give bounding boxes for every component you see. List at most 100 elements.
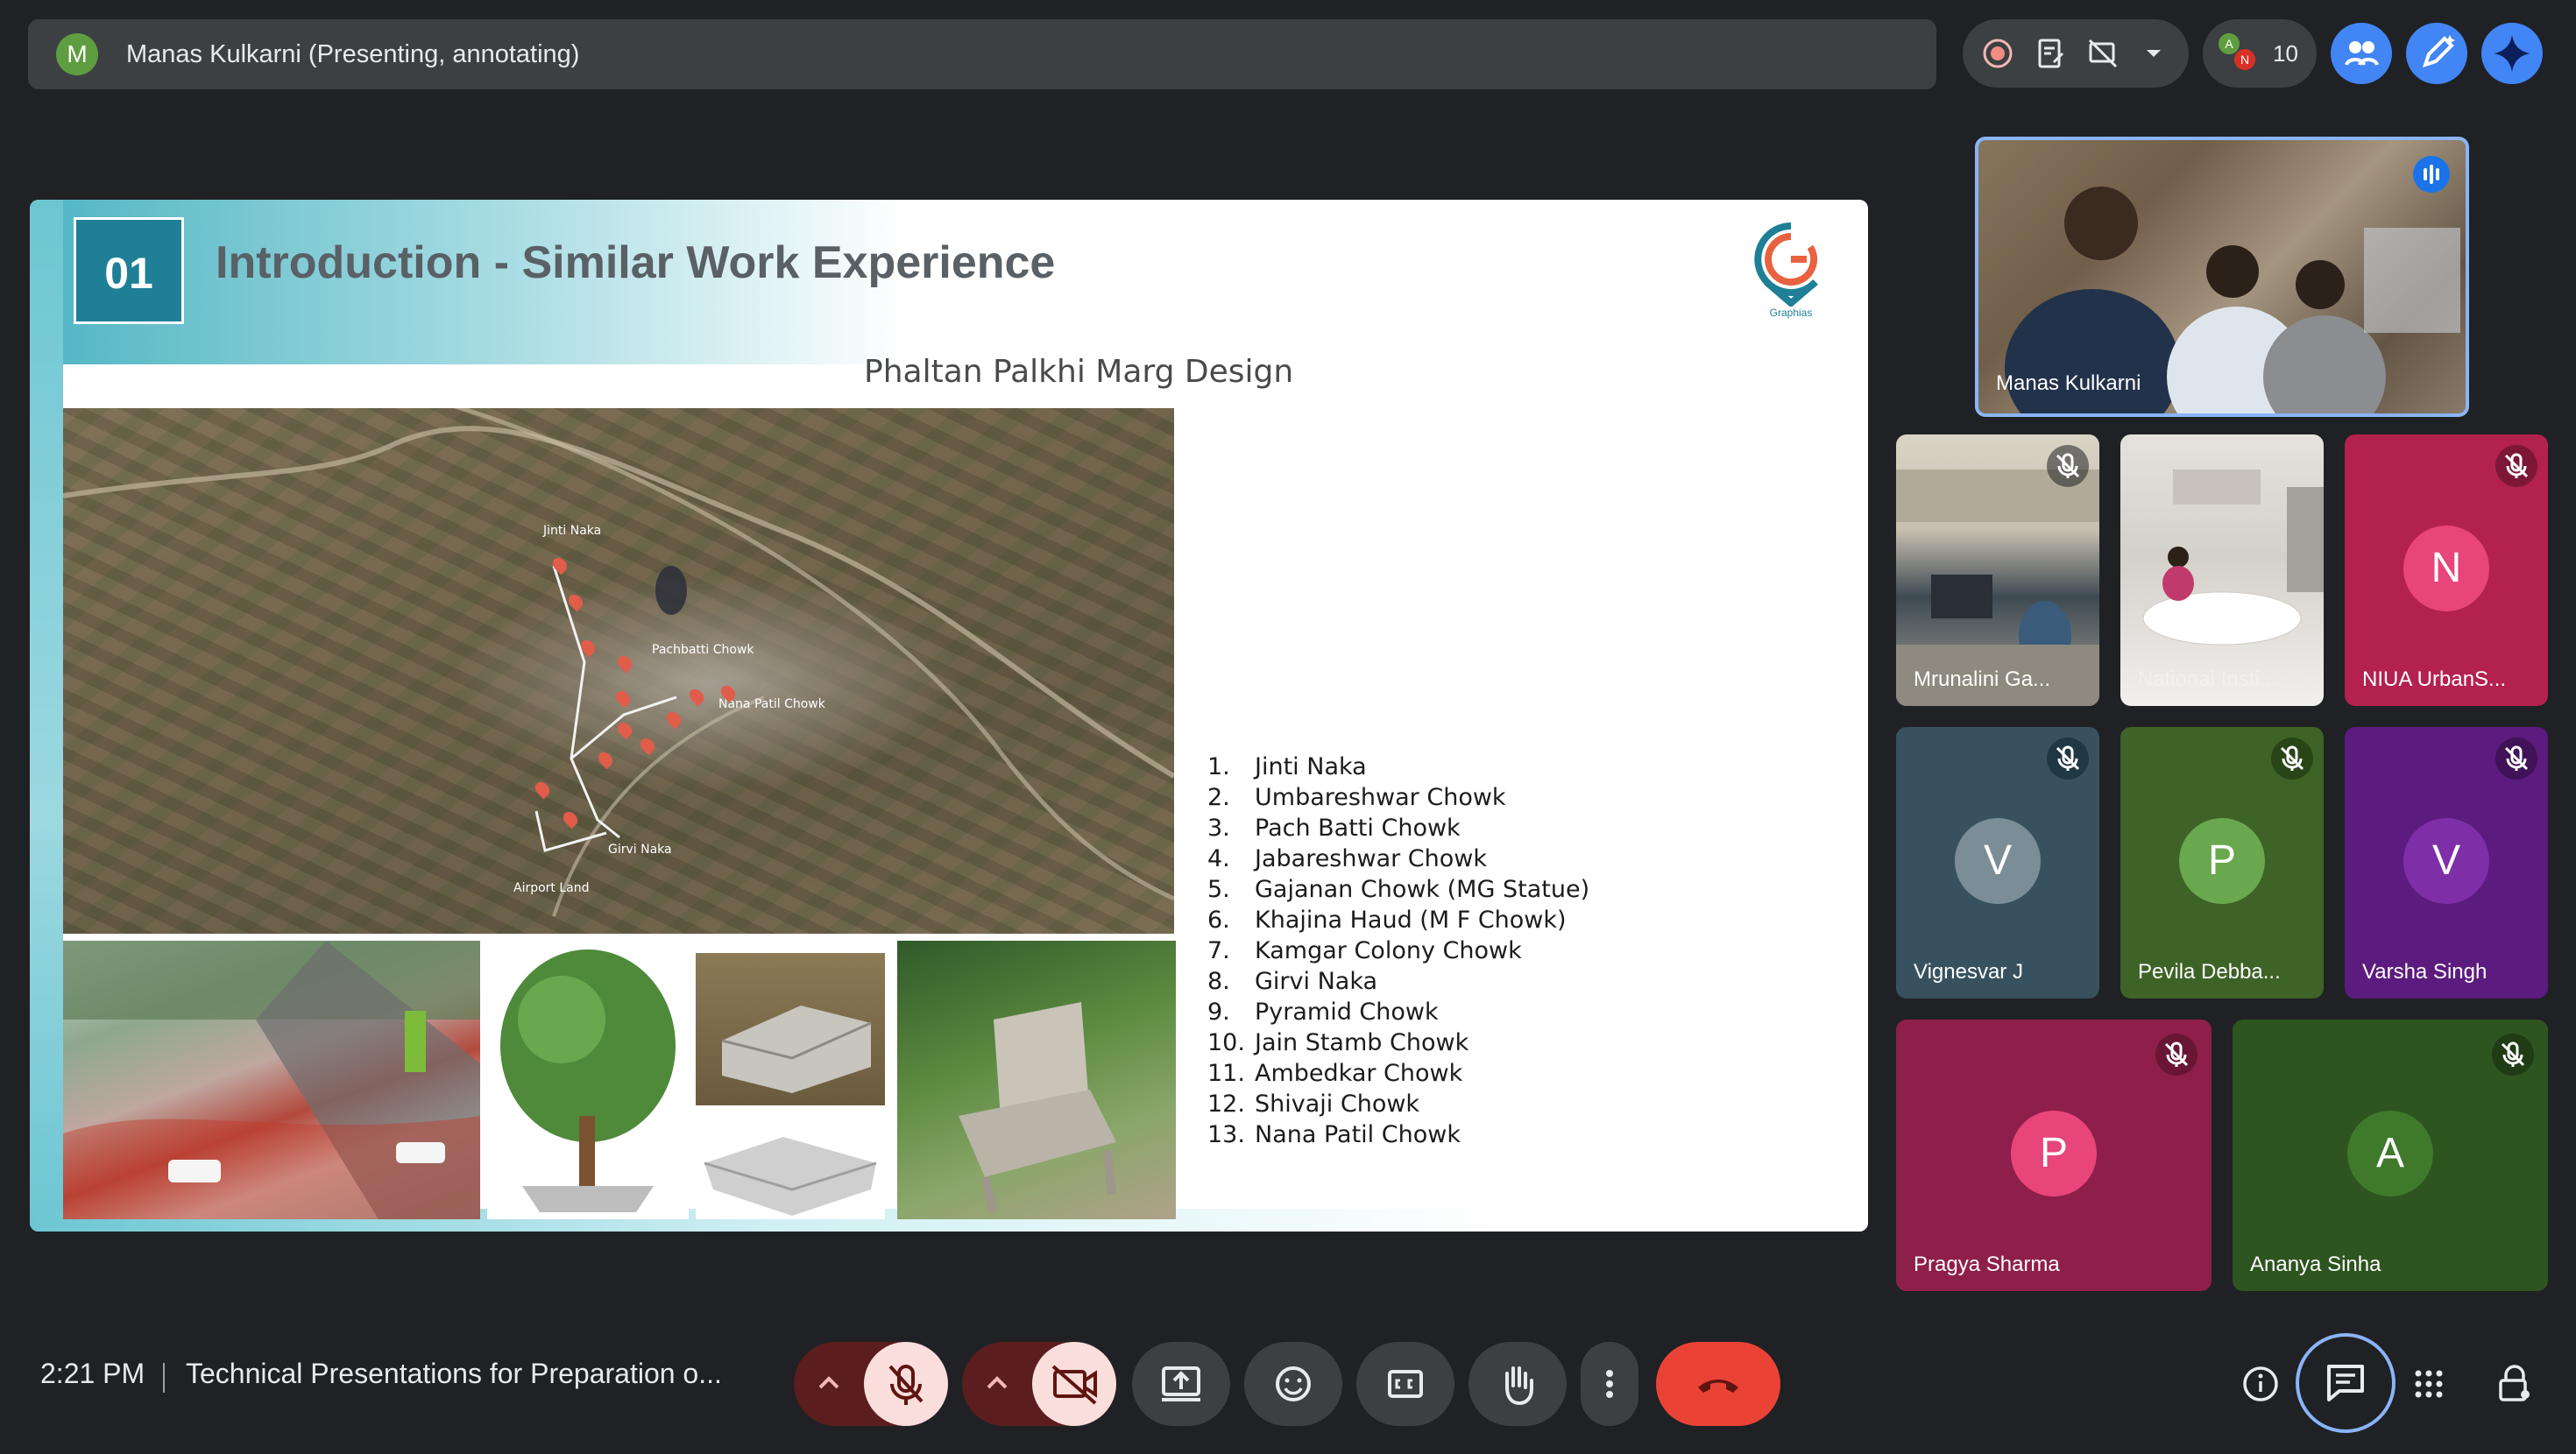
satellite-map: Jinti Naka Pachbatti Chowk Nana Patil Ch… (63, 408, 1174, 934)
presenter-tile[interactable]: Manas Kulkarni (1975, 137, 2469, 417)
leave-call-button[interactable] (1656, 1342, 1780, 1426)
slide-number: 01 (74, 217, 184, 324)
host-controls (1963, 19, 2189, 88)
participant-avatar: P (2179, 818, 2265, 904)
list-item: 4. Jabareshwar Chowk (1207, 845, 1488, 872)
annotate-document-icon[interactable] (2033, 36, 2068, 71)
participant-count: 10 (2273, 40, 2298, 67)
slide-side-band (30, 200, 63, 1232)
list-item: 10. Jain Stamb Chowk (1207, 1029, 1469, 1056)
participant-avatar: V (1955, 818, 2041, 904)
chevron-up-icon (818, 1376, 839, 1389)
presentation-slide: 01 Introduction - Similar Work Experienc… (30, 200, 1868, 1232)
camera-off-icon (1051, 1365, 1097, 1405)
people-icon (2345, 41, 2379, 66)
mic-control-group (794, 1342, 948, 1426)
slide-subtitle: Phaltan Palkhi Marg Design (864, 354, 1294, 390)
participant-name: NIUA UrbanS... (2362, 667, 2507, 691)
more-options-button[interactable] (1581, 1342, 1638, 1426)
participant-tile[interactable]: P Pevila Debba... (2120, 727, 2324, 999)
raise-hand-button[interactable] (1468, 1342, 1567, 1426)
meeting-details-button[interactable] (2240, 1363, 2282, 1405)
list-item: 13. Nana Patil Chowk (1207, 1121, 1461, 1148)
participant-tile[interactable]: N NIUA UrbanS... (2345, 434, 2548, 706)
video-options-button[interactable] (962, 1342, 1032, 1426)
participant-avatar: P (2011, 1111, 2097, 1196)
host-controls-button[interactable] (2492, 1361, 2537, 1407)
list-item: 1. Jinti Naka (1207, 753, 1367, 780)
list-item: 5. Gajanan Chowk (MG Statue) (1207, 876, 1590, 903)
present-screen-button[interactable] (1132, 1342, 1230, 1426)
garden-chair-image (897, 941, 1176, 1219)
chevron-up-icon (987, 1376, 1008, 1389)
meeting-title: Technical Presentations for Preparation … (186, 1358, 722, 1389)
mic-off-icon (2271, 738, 2313, 780)
logo-text: Graphias (1769, 307, 1813, 319)
list-item: 6. Khajina Haud (M F Chowk) (1207, 907, 1567, 934)
tree-planter-image (487, 941, 689, 1219)
present-screen-icon (1162, 1366, 1200, 1401)
people-button[interactable]: A N 10 (2203, 19, 2317, 88)
stone-bench-image (696, 953, 885, 1105)
activities-button[interactable] (2408, 1363, 2450, 1405)
list-item: 8. Girvi Naka (1207, 968, 1378, 995)
participant-tile[interactable]: P Pragya Sharma (1896, 1020, 2212, 1291)
captions-button[interactable] (1356, 1342, 1454, 1426)
participant-tile[interactable]: National Insti... (2120, 434, 2324, 706)
participant-tile[interactable]: V Vignesvar J (1896, 727, 2099, 999)
whiteboard-button[interactable] (2406, 23, 2467, 84)
participant-tile[interactable]: A Ananya Sinha (2233, 1020, 2548, 1291)
info-icon (2243, 1366, 2278, 1401)
participant-name: Pevila Debba... (2138, 960, 2281, 984)
company-logo: Graphias (1747, 219, 1835, 324)
more-vert-icon (1606, 1370, 1613, 1398)
companion-button[interactable] (2331, 23, 2392, 84)
list-item: 7. Kamgar Colony Chowk (1207, 937, 1522, 964)
presenting-bar[interactable]: M Manas Kulkarni (Presenting, annotating… (28, 19, 1936, 89)
chevron-down-icon[interactable] (2136, 36, 2171, 71)
street-render-image (63, 941, 480, 1219)
participant-name: National Insti... (2138, 667, 2277, 691)
participant-avatar: A (2347, 1111, 2433, 1196)
participant-name: Ananya Sinha (2250, 1253, 2381, 1276)
divider (163, 1363, 165, 1393)
list-item: 12. Shivaji Chowk (1207, 1090, 1420, 1118)
list-item: 3. Pach Batti Chowk (1207, 815, 1461, 842)
participant-avatar: N (2403, 526, 2489, 611)
hand-icon (1505, 1366, 1533, 1406)
mini-avatar: N (2234, 49, 2255, 70)
list-item: 11. Ambedkar Chowk (1207, 1060, 1463, 1087)
record-icon[interactable] (1980, 36, 2015, 71)
smiley-icon (1276, 1366, 1311, 1401)
clock: 2:21 PM (40, 1358, 145, 1389)
mic-off-icon (2495, 445, 2537, 487)
curved-bench-image (696, 1111, 885, 1219)
stop-sharing-icon[interactable] (2085, 36, 2120, 71)
audio-options-button[interactable] (794, 1342, 864, 1426)
mic-off-icon (2047, 445, 2089, 487)
reactions-button[interactable] (1244, 1342, 1342, 1426)
participant-name: Pragya Sharma (1914, 1253, 2060, 1276)
hang-up-icon (1698, 1380, 1738, 1393)
map-label: Airport Land (513, 881, 590, 895)
apps-grid-icon (2415, 1370, 2443, 1398)
participant-video (2142, 469, 2324, 646)
participant-avatar: V (2403, 818, 2489, 904)
map-label: Pachbatti Chowk (652, 643, 754, 657)
participant-tile[interactable]: Mrunalini Ga... (1896, 434, 2099, 706)
map-label: Jinti Naka (543, 524, 602, 538)
participant-name: Mrunalini Ga... (1914, 667, 2051, 691)
gemini-button[interactable] (2481, 23, 2543, 84)
list-item: 9. Pyramid Chowk (1207, 999, 1439, 1026)
closed-captions-icon (1388, 1370, 1423, 1398)
presenting-status: Manas Kulkarni (Presenting, annotating) (126, 40, 580, 68)
chat-button[interactable] (2296, 1333, 2396, 1433)
participant-tile[interactable]: V Varsha Singh (2345, 727, 2548, 999)
camera-toggle-button[interactable] (1032, 1342, 1116, 1426)
participant-name: Vignesvar J (1914, 960, 2023, 984)
microphone-toggle-button[interactable] (864, 1342, 948, 1426)
list-item: 2. Umbareshwar Chowk (1207, 784, 1506, 811)
camera-control-group (962, 1342, 1116, 1426)
mic-off-icon (2047, 738, 2089, 780)
mic-off-icon (2495, 738, 2537, 780)
